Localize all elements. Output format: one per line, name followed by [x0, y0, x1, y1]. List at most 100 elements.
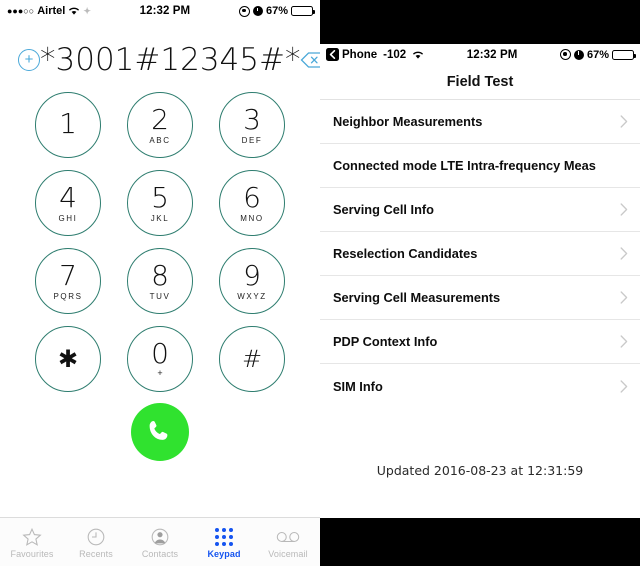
- list-item-pdp-context-info[interactable]: PDP Context Info: [320, 320, 640, 364]
- battery-percent-label: 67%: [586, 48, 609, 61]
- location-arrow-icon: [238, 5, 250, 17]
- list-item-sim-info[interactable]: SIM Info: [320, 364, 640, 408]
- key-digit: 3: [243, 102, 261, 136]
- signal-dots-icon: ●●●○○: [7, 5, 35, 16]
- chevron-right-icon: [620, 335, 628, 348]
- tab-label: Keypad: [207, 548, 241, 559]
- tab-label: Recents: [79, 548, 113, 559]
- list-item-serving-cell-measurements[interactable]: Serving Cell Measurements: [320, 276, 640, 320]
- field-test-menu-list: Neighbor Measurements Connected mode LTE…: [320, 99, 640, 408]
- updated-timestamp: Updated 2016-08-23 at 12:31:59: [376, 463, 584, 478]
- call-button-row: [0, 403, 320, 461]
- key-letters: MNO: [240, 213, 264, 223]
- dialpad-grid: 1 2 ABC 3 DEF 4 GHI 5 JKL 6 MNO 7 PQRS 8…: [0, 92, 320, 392]
- dialpad-key-0[interactable]: 0 +: [127, 326, 193, 392]
- key-digit: 4: [59, 180, 77, 214]
- key-digit: 1: [59, 107, 77, 140]
- sync-icon: ✦: [83, 5, 91, 16]
- key-letters: +: [157, 368, 163, 378]
- battery-percent-label: 67%: [265, 5, 288, 17]
- dialpad-key-8[interactable]: 8 TUV: [127, 248, 193, 314]
- key-letters: ABC: [149, 135, 171, 145]
- dialpad-key-3[interactable]: 3 DEF: [219, 92, 285, 158]
- list-item-label: SIM Info: [333, 378, 383, 394]
- alarm-clock-icon: [252, 6, 263, 16]
- backspace-icon[interactable]: [300, 51, 320, 69]
- key-digit: 6: [243, 180, 261, 214]
- key-letters: TUV: [149, 291, 171, 301]
- back-to-phone-button[interactable]: Phone -102: [326, 48, 424, 61]
- field-test-status-bar: Phone -102 12:32 PM 67%: [320, 44, 640, 65]
- list-item-label: Serving Cell Measurements: [333, 290, 501, 305]
- tab-voicemail[interactable]: Voicemail: [256, 518, 320, 566]
- key-digit: ✱: [57, 345, 79, 373]
- phone-tab-bar: Favourites Recents Contacts Keypad Voice…: [0, 517, 320, 566]
- list-item-reselection-candidates[interactable]: Reselection Candidates: [320, 232, 640, 276]
- dial-display: + *3001#12345#*: [0, 32, 320, 88]
- location-arrow-icon: [559, 49, 571, 60]
- key-letters: GHI: [58, 213, 78, 223]
- page-title: Field Test: [446, 74, 514, 90]
- tab-label: Favourites: [10, 548, 54, 559]
- key-letters: PQRS: [53, 291, 83, 301]
- key-digit: 0: [151, 337, 169, 370]
- dialpad-key-star[interactable]: ✱: [35, 326, 101, 392]
- list-item-label: Neighbor Measurements: [333, 114, 483, 129]
- call-button[interactable]: [131, 403, 189, 461]
- plus-circle-icon[interactable]: +: [18, 49, 40, 71]
- person-icon: [150, 526, 170, 548]
- field-test-content: Phone -102 12:32 PM 67% Field Test Neigh…: [320, 44, 640, 518]
- dialed-number-field[interactable]: *3001#12345#*: [40, 42, 300, 78]
- alarm-clock-icon: [573, 49, 584, 60]
- dialpad-key-4[interactable]: 4 GHI: [35, 170, 101, 236]
- status-left-group: ●●●○○ Airtel ✦: [7, 5, 91, 17]
- status-time: 12:32 PM: [466, 48, 518, 61]
- chevron-right-icon: [620, 115, 628, 128]
- chevron-right-icon: [620, 379, 628, 393]
- key-digit: 7: [59, 258, 77, 292]
- key-digit: #: [241, 345, 263, 373]
- key-letters: DEF: [241, 135, 263, 145]
- dual-screenshot: ●●●○○ Airtel ✦ 12:32 PM 67% + *3001#1234…: [0, 0, 640, 566]
- tab-recents[interactable]: Recents: [64, 518, 128, 566]
- key-digit: 9: [243, 258, 261, 292]
- chevron-right-icon: [620, 291, 628, 304]
- key-digit: 8: [151, 258, 169, 292]
- key-letters: WXYZ: [237, 291, 267, 301]
- dialpad-key-hash[interactable]: #: [219, 326, 285, 392]
- star-icon: [22, 526, 42, 548]
- dialpad-key-2[interactable]: 2 ABC: [127, 92, 193, 158]
- carrier-label: Airtel: [37, 5, 66, 17]
- dialpad-key-7[interactable]: 7 PQRS: [35, 248, 101, 314]
- wifi-icon: [68, 6, 80, 16]
- list-item-serving-cell-info[interactable]: Serving Cell Info: [320, 188, 640, 232]
- battery-icon: [291, 6, 316, 16]
- battery-icon: [612, 49, 637, 60]
- tab-keypad[interactable]: Keypad: [192, 518, 256, 566]
- key-digit: 5: [151, 180, 169, 214]
- tab-label: Contacts: [141, 548, 179, 559]
- chevron-left-icon: [326, 48, 339, 61]
- list-item-connected-mode-lte[interactable]: Connected mode LTE Intra-frequency Meas: [320, 144, 640, 188]
- tab-contacts[interactable]: Contacts: [128, 518, 192, 566]
- phone-handset-icon: [149, 421, 168, 440]
- dialpad-key-5[interactable]: 5 JKL: [127, 170, 193, 236]
- chevron-right-icon: [620, 203, 628, 216]
- status-right-group: 67%: [559, 48, 637, 61]
- voicemail-icon: [276, 526, 300, 548]
- list-item-label: Connected mode LTE Intra-frequency Meas: [333, 158, 596, 173]
- list-item-neighbor-measurements[interactable]: Neighbor Measurements: [320, 100, 640, 144]
- dialpad-key-9[interactable]: 9 WXYZ: [219, 248, 285, 314]
- list-item-label: PDP Context Info: [333, 334, 438, 349]
- list-item-label: Serving Cell Info: [333, 202, 434, 217]
- tab-label: Voicemail: [268, 548, 308, 559]
- dialpad-key-1[interactable]: 1: [35, 92, 101, 158]
- signal-value-label: -102: [383, 48, 407, 61]
- clock-icon: [86, 526, 106, 548]
- tab-favourites[interactable]: Favourites: [0, 518, 64, 566]
- wifi-icon: [412, 50, 424, 60]
- list-item-label: Reselection Candidates: [333, 246, 478, 261]
- dialpad-key-6[interactable]: 6 MNO: [219, 170, 285, 236]
- key-digit: 2: [151, 102, 169, 136]
- keypad-dots-icon: [215, 526, 233, 548]
